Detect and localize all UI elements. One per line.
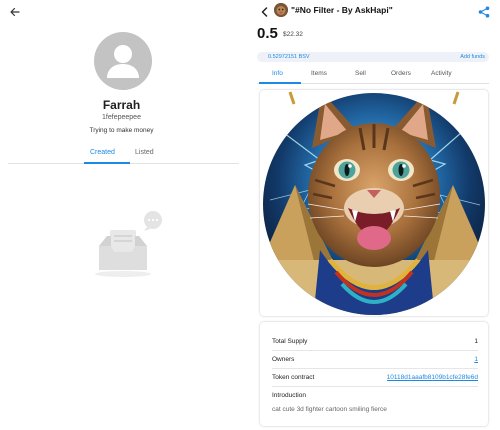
token-contract-label: Token contract — [272, 374, 315, 381]
profile-handle: 1fefepeepee — [102, 114, 141, 121]
total-supply-label: Total Supply — [272, 338, 308, 345]
tab-info[interactable]: Info — [272, 70, 283, 77]
introduction-label: Introduction — [272, 392, 306, 399]
token-panel: "#No Filter - By AskHapi" 0.5 $22.32 0.5… — [250, 0, 500, 430]
avatar — [94, 32, 152, 90]
owners-label: Owners — [272, 356, 295, 363]
introduction-text: cat cute 3d fighter cartoon smiling fier… — [272, 406, 387, 413]
tab-orders[interactable]: Orders — [391, 70, 411, 77]
nft-cat-image — [263, 91, 485, 315]
token-price-usd: $22.32 — [283, 31, 303, 38]
token-details-card: Total Supply 1 Owners 1 Token contract 1… — [260, 322, 488, 426]
tab-listed[interactable]: Listed — [135, 149, 154, 156]
token-contract-link[interactable]: 10118d1aaafb8109b1cfe28fe6d — [387, 374, 478, 381]
tab-items[interactable]: Items — [311, 70, 327, 77]
token-title: "#No Filter - By AskHapi" — [291, 5, 393, 15]
tab-activity[interactable]: Activity — [431, 70, 452, 77]
tab-sell[interactable]: Sell — [355, 70, 366, 77]
chevron-back-icon[interactable] — [257, 5, 271, 19]
profile-panel: Farrah 1fefepeepee Trying to make money … — [0, 0, 243, 430]
profile-bio: Trying to make money — [89, 127, 154, 134]
empty-inbox-illustration — [93, 210, 169, 280]
total-supply-value: 1 — [474, 338, 478, 345]
token-contract-row: Token contract 10118d1aaafb8109b1cfe28fe… — [272, 369, 478, 387]
token-price: 0.5 — [257, 25, 278, 42]
token-tabs: Info Items Sell Orders Activity — [257, 66, 489, 84]
active-tab-indicator — [259, 82, 301, 84]
add-funds-link[interactable]: Add funds — [460, 54, 485, 60]
total-supply-row: Total Supply 1 — [272, 333, 478, 351]
nft-image-card — [260, 90, 488, 316]
profile-name: Farrah — [102, 98, 141, 112]
share-icon[interactable] — [478, 5, 490, 18]
balance-bar: 0.52972151 BSV Add funds — [257, 52, 489, 62]
owners-row: Owners 1 — [272, 351, 478, 369]
user-placeholder-icon — [107, 45, 139, 78]
owners-link[interactable]: 1 — [474, 356, 478, 363]
profile-tabs: Created Listed — [8, 144, 239, 164]
back-arrow-icon[interactable] — [8, 5, 22, 19]
active-tab-indicator — [84, 162, 130, 164]
token-thumbnail — [274, 3, 288, 17]
wallet-balance: 0.52972151 BSV — [268, 53, 310, 60]
tab-created[interactable]: Created — [90, 149, 115, 156]
